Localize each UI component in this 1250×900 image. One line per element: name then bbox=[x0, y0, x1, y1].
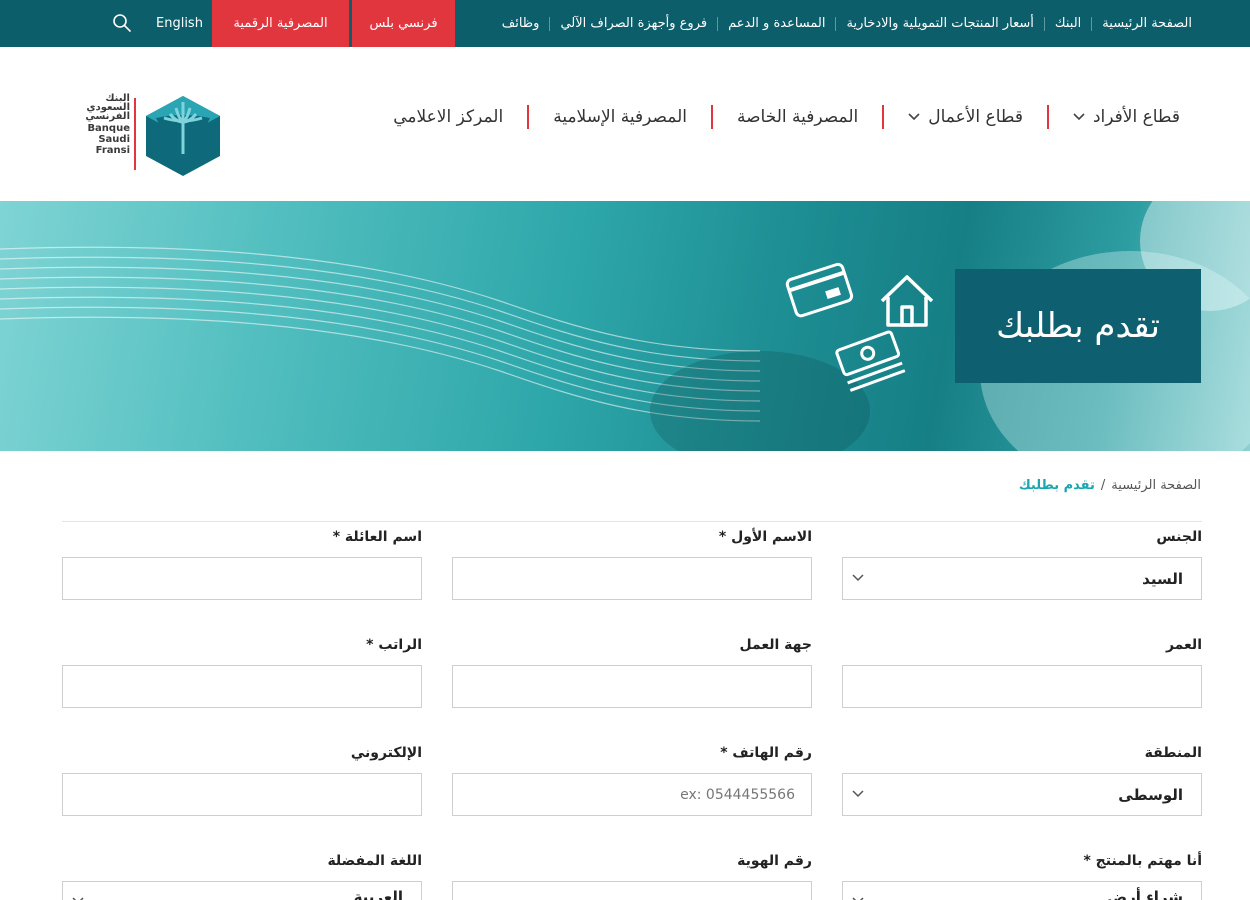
menu-retail-label: قطاع الأفراد bbox=[1092, 107, 1180, 127]
preferred-language-select-value: العربية bbox=[353, 888, 403, 900]
chevron-down-icon bbox=[852, 790, 864, 798]
employer-label: جهة العمل bbox=[739, 637, 812, 653]
salary-label: الراتب * bbox=[366, 637, 422, 653]
logo-divider bbox=[134, 98, 136, 170]
salary-input[interactable] bbox=[62, 665, 422, 708]
page-title: تقدم بطلبك bbox=[996, 306, 1160, 346]
age-input[interactable] bbox=[842, 665, 1202, 708]
age-label: العمر bbox=[1165, 637, 1202, 653]
top-nav-careers[interactable]: وظائف bbox=[492, 16, 550, 31]
id-number-label: رقم الهوية bbox=[737, 853, 812, 869]
menu-business-label: قطاع الأعمال bbox=[928, 107, 1023, 127]
menu-retail[interactable]: قطاع الأفراد bbox=[1046, 105, 1180, 129]
chevron-down-icon bbox=[852, 897, 864, 900]
chevron-down-icon bbox=[72, 897, 84, 900]
first-name-input[interactable] bbox=[452, 557, 812, 600]
phone-label: رقم الهاتف * bbox=[720, 745, 812, 761]
region-select[interactable]: الوسطى bbox=[842, 773, 1202, 816]
breadcrumb: الصفحة الرئيسية / تقدم بطلبك bbox=[1019, 478, 1201, 493]
search-icon[interactable] bbox=[112, 13, 132, 33]
region-label: المنطقة bbox=[1144, 745, 1202, 761]
main-header: البنك السعودي الفرنسي Banque Saudi Frans… bbox=[0, 47, 1250, 201]
region-select-value: الوسطى bbox=[1118, 785, 1183, 804]
menu-islamic-banking[interactable]: المصرفية الإسلامية bbox=[527, 105, 711, 129]
last-name-input[interactable] bbox=[62, 557, 422, 600]
last-name-label: اسم العائلة * bbox=[332, 529, 422, 545]
first-name-label: الاسم الأول * bbox=[718, 529, 812, 545]
chevron-down-icon bbox=[852, 574, 864, 582]
top-nav-help-support[interactable]: المساعدة و الدعم bbox=[717, 16, 835, 31]
employer-input[interactable] bbox=[452, 665, 812, 708]
chevron-down-icon bbox=[1073, 113, 1085, 121]
top-nav-bank[interactable]: البنك bbox=[1043, 16, 1091, 31]
gender-label: الجنس bbox=[1156, 529, 1202, 545]
main-menu: قطاع الأفراد قطاع الأعمال المصرفية الخاص… bbox=[369, 101, 1180, 133]
chevron-down-icon bbox=[908, 113, 920, 121]
breadcrumb-current: تقدم بطلبك bbox=[1018, 478, 1095, 493]
bank-emblem-icon bbox=[146, 96, 220, 176]
preferred-language-select[interactable]: العربية bbox=[62, 881, 422, 900]
top-nav-branches-atms[interactable]: فروع وأجهزة الصراف الآلي bbox=[549, 16, 717, 31]
hero-title-box: تقدم بطلبك bbox=[955, 269, 1201, 383]
phone-input[interactable] bbox=[452, 773, 812, 816]
gender-select-value: السيد bbox=[1142, 569, 1183, 588]
top-bar: الصفحة الرئيسية البنك أسعار المنتجات الت… bbox=[0, 0, 1250, 47]
email-label: الإلكتروني bbox=[350, 745, 422, 761]
menu-private-banking-label: المصرفية الخاصة bbox=[737, 107, 859, 127]
menu-media-center[interactable]: المركز الاعلامي bbox=[369, 105, 527, 129]
menu-business[interactable]: قطاع الأعمال bbox=[882, 105, 1047, 129]
preferred-language-label: اللغة المفضلة bbox=[327, 853, 422, 869]
menu-media-center-label: المركز الاعلامي bbox=[393, 107, 504, 127]
breadcrumb-separator: / bbox=[1100, 478, 1106, 493]
fransi-plus-button[interactable]: فرنسي بلس bbox=[352, 0, 455, 47]
credit-card-icon bbox=[785, 262, 854, 318]
product-select[interactable]: شراء أرض bbox=[842, 881, 1202, 900]
top-nav: الصفحة الرئيسية البنك أسعار المنتجات الت… bbox=[492, 0, 1202, 47]
menu-private-banking[interactable]: المصرفية الخاصة bbox=[711, 105, 882, 129]
id-number-input[interactable] bbox=[452, 881, 812, 900]
bank-logo[interactable]: البنك السعودي الفرنسي Banque Saudi Frans… bbox=[70, 94, 222, 178]
breadcrumb-home-link[interactable]: الصفحة الرئيسية bbox=[1111, 478, 1201, 493]
top-nav-product-rates[interactable]: أسعار المنتجات التمويلية والادخارية bbox=[835, 16, 1043, 31]
email-input[interactable] bbox=[62, 773, 422, 816]
language-switch-link[interactable]: English bbox=[156, 0, 203, 47]
logo-wordmark: البنك السعودي الفرنسي Banque Saudi Frans… bbox=[85, 93, 130, 157]
gender-select[interactable]: السيد bbox=[842, 557, 1202, 600]
section-divider bbox=[62, 521, 1202, 522]
hero-banner: تقدم بطلبك bbox=[0, 201, 1250, 451]
house-icon bbox=[880, 275, 934, 327]
product-select-value: شراء أرض bbox=[1106, 888, 1183, 900]
digital-banking-button[interactable]: المصرفية الرقمية bbox=[212, 0, 349, 47]
menu-islamic-banking-label: المصرفية الإسلامية bbox=[553, 107, 687, 127]
product-label: أنا مهتم بالمنتج * bbox=[1083, 853, 1202, 869]
top-nav-home[interactable]: الصفحة الرئيسية bbox=[1091, 16, 1202, 31]
